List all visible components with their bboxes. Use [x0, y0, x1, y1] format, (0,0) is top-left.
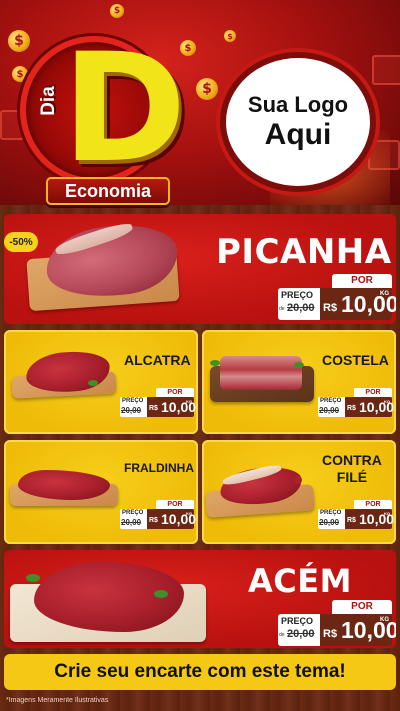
cta-banner[interactable]: Crie seu encarte com este tema!	[4, 654, 396, 690]
herb-garnish	[154, 590, 168, 598]
herb-garnish	[294, 362, 304, 368]
herb-garnish	[88, 380, 98, 386]
coin-icon: $	[8, 30, 30, 52]
logo-dia-text: Dia	[37, 86, 59, 116]
price-por-label: POR	[332, 274, 392, 288]
garnish-tomato	[294, 476, 302, 484]
product-card-featured-top[interactable]: PICANHA POR PREÇO de 20,00 R$ 10,00 KG	[4, 214, 396, 324]
price-unit: KG	[380, 291, 389, 297]
price-old: 20,00	[287, 302, 315, 314]
disclaimer-note: *Imagens Meramente Ilustrativas	[6, 697, 109, 704]
price-label: PREÇO	[281, 616, 314, 626]
herb-garnish	[210, 360, 220, 366]
shopping-cart-icon	[372, 55, 400, 85]
price-old-box: PREÇO de 20,00	[278, 288, 320, 320]
price-unit: KG	[186, 511, 192, 516]
product-name: PICANHA	[216, 232, 392, 272]
price-label: PREÇO	[320, 510, 342, 516]
product-card-fraldinha[interactable]: FRALDINHA POR PREÇO 20,00 R$ 10,00 KG	[4, 440, 198, 544]
price-tag: POR PREÇO 20,00 R$ 10,00 KG	[120, 500, 196, 530]
price-tag: POR PREÇO 20,00 R$ 10,00 KG	[120, 388, 196, 418]
price-de-label: de	[279, 306, 285, 312]
product-name: ALCATRA	[124, 352, 191, 368]
product-card-alcatra[interactable]: ALCATRA POR PREÇO 20,00 R$ 10,00 KG	[4, 330, 198, 434]
price-old: 20,00	[319, 406, 340, 415]
store-logo-placeholder[interactable]: Sua Logo Aqui	[220, 52, 376, 192]
price-tag: POR PREÇO 20,00 R$ 10,00 KG	[318, 388, 394, 418]
price-old: 20,00	[121, 406, 142, 415]
herb-garnish	[26, 574, 40, 582]
price-por-label: POR	[354, 388, 392, 397]
price-label: PREÇO	[122, 510, 144, 516]
product-name: ACÉM	[248, 562, 352, 600]
discount-badge: -50%	[4, 232, 38, 252]
price-tag: POR PREÇO de 20,00 R$ 10,00 KG	[278, 600, 396, 648]
price-currency: R$	[149, 517, 158, 524]
price-old-box: PREÇO 20,00	[318, 397, 345, 417]
price-por-label: POR	[354, 500, 392, 509]
price-new-box: R$ 10,00 KG	[345, 509, 394, 529]
costela-image	[220, 356, 302, 390]
product-name: CONTRA FILÉ	[322, 452, 382, 486]
price-label: PREÇO	[281, 290, 314, 300]
price-old-box: PREÇO 20,00	[120, 509, 147, 529]
price-unit: KG	[384, 511, 390, 516]
store-logo-line1: Sua Logo	[247, 92, 349, 117]
price-currency: R$	[323, 302, 338, 314]
price-por-label: POR	[156, 388, 194, 397]
coin-icon: $	[224, 30, 236, 42]
product-name: FRALDINHA	[124, 461, 194, 475]
product-card-featured-bottom[interactable]: ACÉM POR PREÇO de 20,00 R$ 10,00 KG	[4, 550, 396, 648]
price-currency: R$	[347, 405, 356, 412]
price-tag: POR PREÇO 20,00 R$ 10,00 KG	[318, 500, 394, 530]
flyer-canvas: $ $ $ $ $ $ D Dia Economia Sua Logo Aqui…	[0, 0, 400, 711]
coin-icon: $	[196, 78, 218, 100]
price-por-label: POR	[156, 500, 194, 509]
price-old: 20,00	[287, 628, 315, 640]
product-card-contra-file[interactable]: CONTRA FILÉ POR PREÇO 20,00 R$ 10,00 KG	[202, 440, 396, 544]
price-old-box: PREÇO de 20,00	[278, 614, 320, 646]
price-unit: KG	[380, 617, 389, 623]
price-new-box: R$ 10,00 KG	[147, 397, 196, 417]
price-new-box: R$ 10,00 KG	[320, 614, 396, 646]
product-name: COSTELA	[322, 352, 389, 368]
price-de-label: de	[279, 632, 285, 638]
price-currency: R$	[149, 405, 158, 412]
price-label: PREÇO	[320, 398, 342, 404]
store-logo-line2: Aqui	[264, 118, 332, 151]
product-name-line2: FILÉ	[336, 469, 368, 485]
price-new-box: R$ 10,00 KG	[147, 509, 196, 529]
product-card-costela[interactable]: COSTELA POR PREÇO 20,00 R$ 10,00 KG	[202, 330, 396, 434]
price-old: 20,00	[121, 518, 142, 527]
logo-letter: D	[62, 22, 187, 196]
coin-icon: $	[110, 4, 124, 18]
price-label: PREÇO	[122, 398, 144, 404]
product-name-line1: CONTRA	[322, 452, 382, 468]
price-new-box: R$ 10,00 KG	[320, 288, 396, 320]
price-unit: KG	[186, 399, 192, 404]
price-currency: R$	[347, 517, 356, 524]
logo-economia-banner: Economia	[46, 177, 170, 205]
shopping-cart-icon	[368, 140, 400, 170]
price-unit: KG	[384, 399, 390, 404]
price-old-box: PREÇO 20,00	[318, 509, 345, 529]
price-new-box: R$ 10,00 KG	[345, 397, 394, 417]
price-old-box: PREÇO 20,00	[120, 397, 147, 417]
price-por-label: POR	[332, 600, 392, 614]
price-old: 20,00	[319, 518, 340, 527]
price-tag: POR PREÇO de 20,00 R$ 10,00 KG	[278, 274, 396, 324]
price-currency: R$	[323, 628, 338, 640]
